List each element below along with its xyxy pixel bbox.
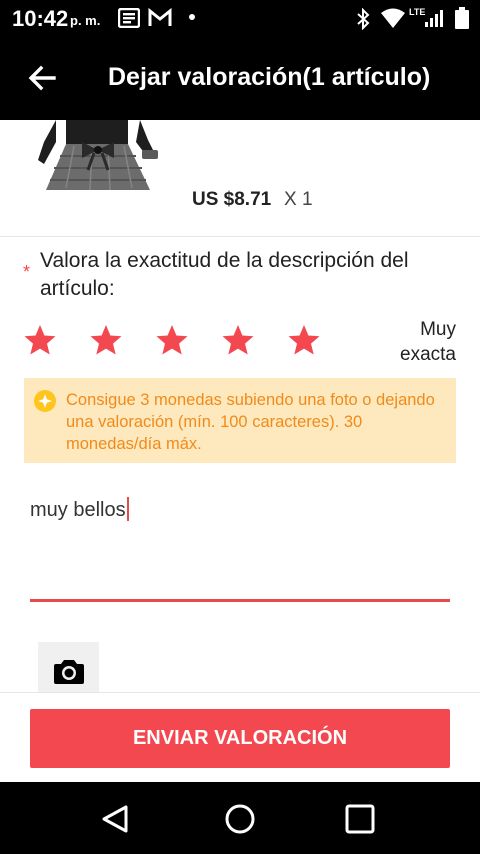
coins-tip-text: Consigue 3 monedas subiendo una foto o d… (66, 391, 435, 453)
coins-tip: Consigue 3 monedas subiendo una foto o d… (24, 378, 456, 463)
app-toolbar: Dejar valoración(1 artículo) (0, 36, 480, 120)
coin-icon (34, 390, 56, 412)
star-1-icon[interactable] (24, 324, 56, 356)
arrow-left-icon (28, 65, 56, 91)
notification-dot-icon (189, 14, 195, 20)
news-icon (118, 8, 140, 28)
product-summary: US $8.71 X 1 (0, 120, 480, 237)
star-4-icon[interactable] (222, 324, 254, 356)
text-cursor (126, 497, 129, 521)
bluetooth-icon (357, 8, 370, 30)
product-image (38, 120, 158, 191)
page-title: Dejar valoración(1 artículo) (108, 63, 431, 91)
battery-icon (455, 7, 469, 29)
add-photo-button[interactable] (38, 642, 99, 692)
review-text: muy bellos (30, 497, 129, 522)
back-button[interactable] (24, 60, 60, 96)
required-mark: * (23, 262, 31, 282)
system-nav-bar (0, 782, 480, 854)
gmail-icon (148, 8, 172, 26)
network-type: LTE (409, 7, 426, 17)
bottom-action-bar: ENVIAR VALORACIÓN (0, 692, 480, 783)
rating-label: Muy exacta (400, 319, 456, 365)
star-rating (24, 324, 334, 356)
submit-review-button[interactable]: ENVIAR VALORACIÓN (30, 709, 450, 768)
status-bar: 10:42 p. m. LTE (0, 0, 480, 36)
review-input[interactable]: muy bellos (30, 495, 450, 602)
star-3-icon[interactable] (156, 324, 188, 356)
review-value: muy bellos (30, 499, 126, 521)
nav-home-icon[interactable] (223, 802, 257, 836)
product-price: US $8.71 (192, 189, 272, 210)
rating-question: Valora la exactitud de la descripción de… (40, 249, 409, 300)
wifi-icon (381, 8, 405, 28)
status-time: 10:42 (12, 6, 69, 31)
signal-icon (425, 10, 443, 27)
product-quantity: X 1 (284, 189, 313, 210)
nav-back-icon[interactable] (99, 802, 133, 836)
star-2-icon[interactable] (90, 324, 122, 356)
nav-recents-icon[interactable] (343, 802, 377, 836)
camera-icon (54, 660, 84, 684)
status-ampm: p. m. (70, 13, 101, 28)
star-5-icon[interactable] (288, 324, 320, 356)
